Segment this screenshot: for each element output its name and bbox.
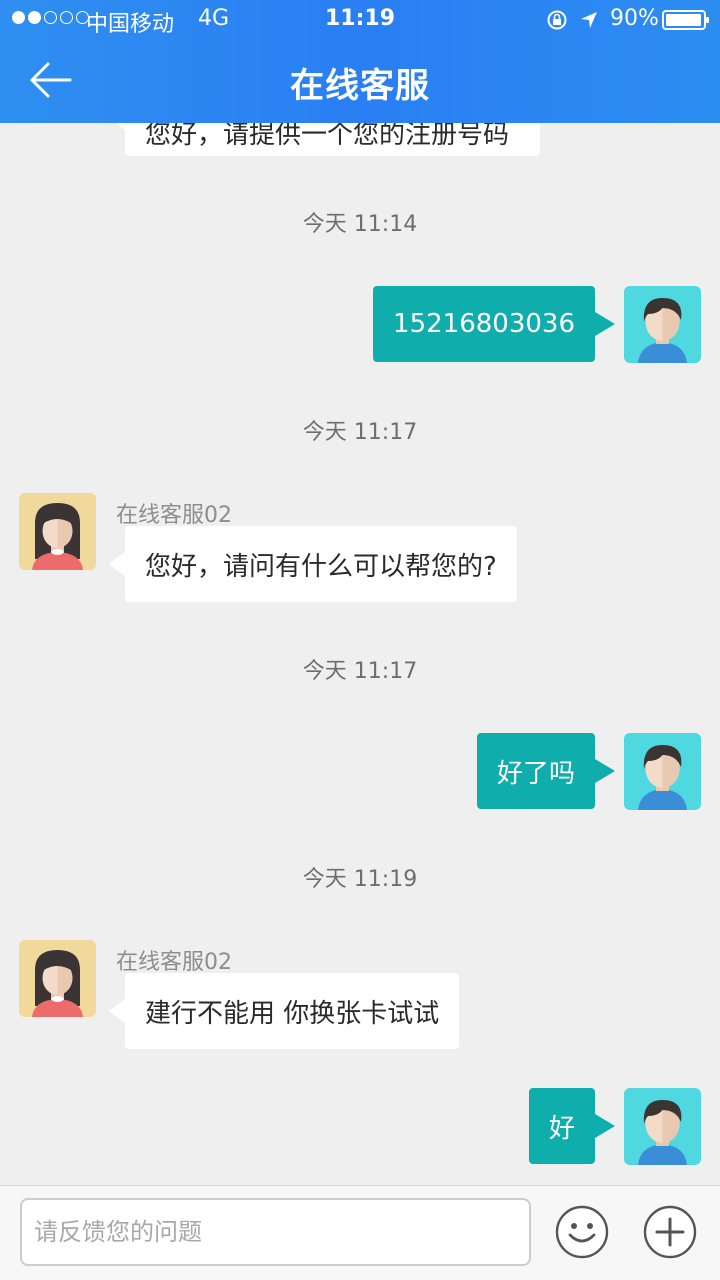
timestamp: 今天 11:17	[302, 420, 418, 445]
emoji-button[interactable]	[555, 1205, 609, 1259]
sender-name: 在线客服02	[116, 950, 232, 975]
smiley-icon	[555, 1205, 609, 1259]
agent-avatar[interactable]	[19, 940, 96, 1017]
girl-avatar-icon	[19, 940, 96, 1017]
plus-icon	[643, 1205, 697, 1259]
girl-avatar-icon	[19, 493, 96, 570]
feedback-input[interactable]	[20, 1198, 531, 1266]
boy-avatar-icon	[624, 1088, 701, 1165]
timestamp: 今天 11:19	[302, 867, 418, 892]
message-list[interactable]: 您好，请提供一个您的注册号码 今天 11:14 15216803036 今天 1…	[0, 0, 720, 1185]
message-bubble-incoming: 建行不能用 你换张卡试试	[108, 973, 460, 1049]
message-text: 您好，请问有什么可以帮您的?	[145, 551, 497, 582]
sender-name: 在线客服02	[116, 503, 232, 528]
message-bubble-outgoing: 好	[528, 1088, 616, 1164]
message-text: 15216803036	[393, 309, 575, 339]
message-bubble-incoming: 您好，请问有什么可以帮您的?	[109, 526, 517, 602]
user-avatar[interactable]	[624, 1088, 701, 1165]
app-header: 中国移动 4G 11:19 90% 在线客服	[0, 0, 720, 123]
timestamp: 今天 11:17	[302, 659, 418, 684]
status-bar: 中国移动 4G 11:19 90%	[0, 0, 720, 40]
agent-avatar[interactable]	[19, 493, 96, 570]
user-avatar[interactable]	[624, 733, 701, 810]
message-text: 建行不能用 你换张卡试试	[145, 998, 440, 1029]
message-bubble-outgoing: 15216803036	[373, 286, 615, 362]
battery-icon	[662, 10, 709, 30]
user-avatar[interactable]	[624, 286, 701, 363]
page-title: 在线客服	[290, 66, 430, 106]
rotation-lock-icon	[547, 10, 567, 30]
timestamp: 今天 11:14	[302, 212, 418, 237]
message-text: 好	[548, 1113, 575, 1144]
location-arrow-icon	[581, 12, 597, 28]
battery-percent: 90%	[610, 6, 659, 31]
add-button[interactable]	[643, 1205, 697, 1259]
input-bar	[0, 1185, 720, 1280]
boy-avatar-icon	[624, 733, 701, 810]
boy-avatar-icon	[624, 286, 701, 363]
message-bubble-outgoing: 好了吗	[476, 733, 616, 809]
message-text: 好了吗	[496, 758, 575, 789]
